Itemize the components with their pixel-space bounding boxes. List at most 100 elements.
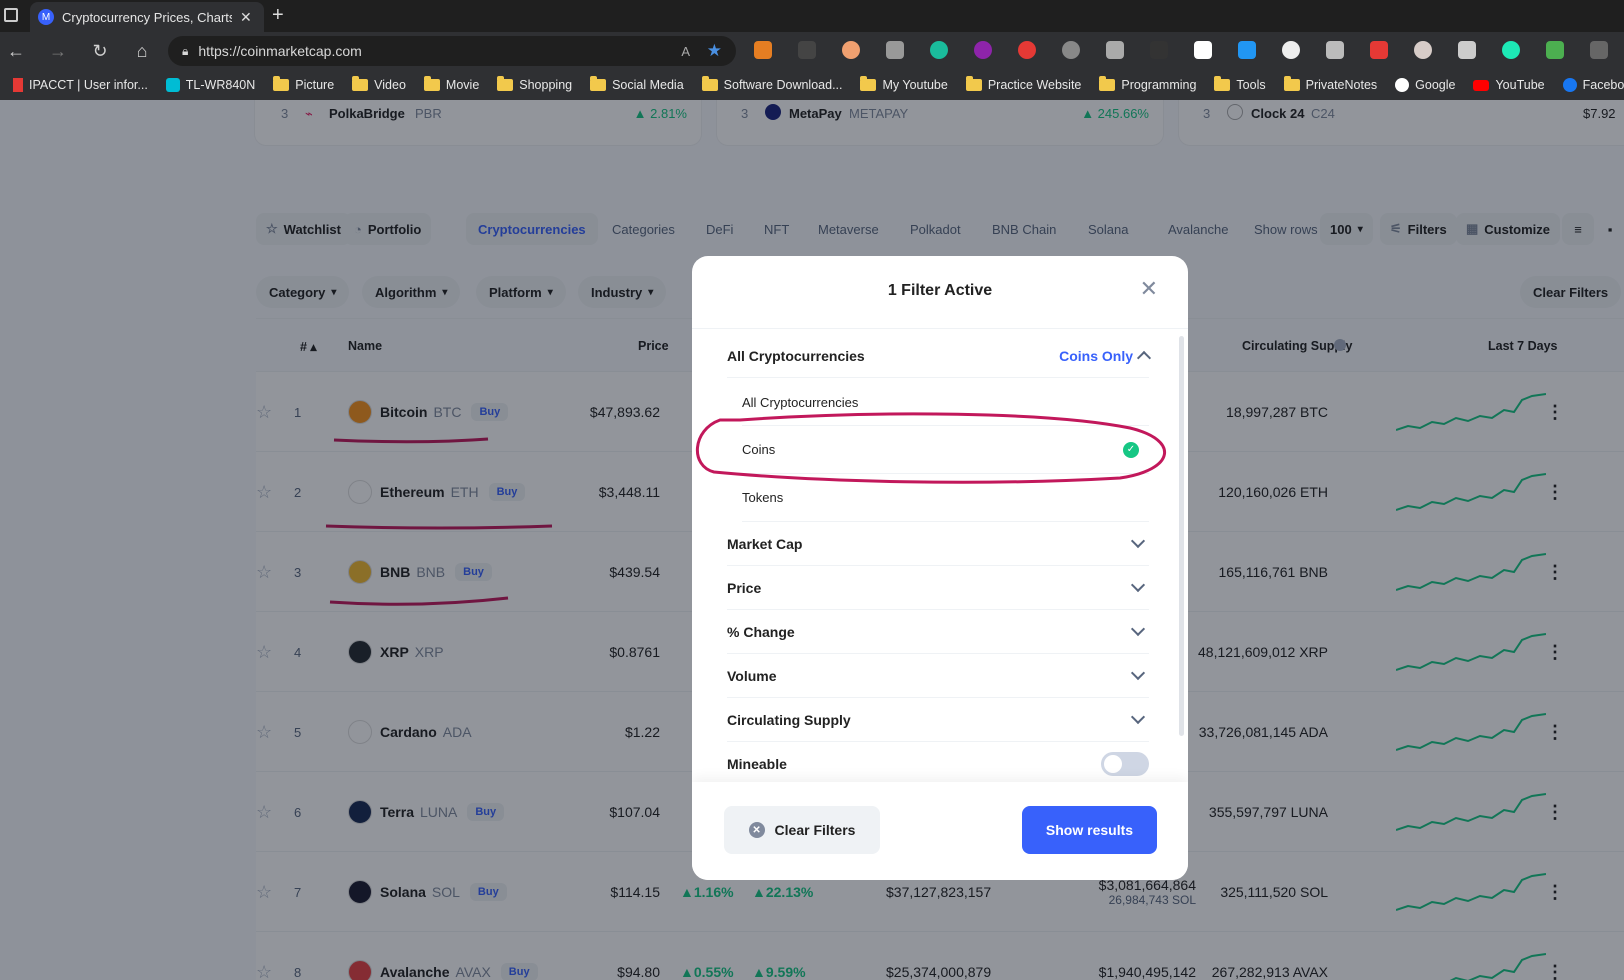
extension-icon[interactable] bbox=[930, 41, 948, 59]
browser-tab[interactable]: M Cryptocurrency Prices, Charts An ✕ bbox=[30, 2, 264, 32]
extension-icon[interactable] bbox=[1546, 41, 1564, 59]
circulating-supply-filter[interactable]: Circulating Supply bbox=[727, 698, 1149, 742]
show-results-button[interactable]: Show results bbox=[1022, 806, 1157, 854]
filter-label: Price bbox=[727, 579, 762, 596]
clear-filters-button[interactable]: ✕ Clear Filters bbox=[724, 806, 880, 854]
google-icon bbox=[1395, 78, 1410, 92]
folder-icon bbox=[273, 76, 290, 91]
option-coins[interactable]: Coins ✓ bbox=[742, 426, 1149, 474]
bookmark-folder[interactable]: PrivateNotes bbox=[1275, 72, 1387, 98]
bookmark-item[interactable]: IPACCT | User infor... bbox=[4, 72, 157, 98]
browser-toolbar: ← → ↻ ⌂ 🔒︎ https://coinmarketcap.com A ★ bbox=[0, 32, 1624, 70]
modal-scrollbar[interactable] bbox=[1179, 336, 1184, 736]
market-cap-filter[interactable]: Market Cap bbox=[727, 522, 1149, 566]
bookmarks-bar: IPACCT | User infor... TL-WR840N Picture… bbox=[0, 70, 1624, 100]
section-label: All Cryptocurrencies bbox=[727, 347, 865, 364]
bookmark-folder[interactable]: Tools bbox=[1205, 72, 1274, 98]
percent-change-filter[interactable]: % Change bbox=[727, 610, 1149, 654]
extension-icon[interactable] bbox=[974, 41, 992, 59]
close-icon[interactable]: ✕ bbox=[1140, 276, 1158, 302]
price-filter[interactable]: Price bbox=[727, 566, 1149, 610]
filter-label: Market Cap bbox=[727, 535, 803, 552]
option-all-cryptocurrencies[interactable]: All Cryptocurrencies bbox=[742, 380, 1149, 426]
folder-icon bbox=[497, 76, 514, 91]
github-icon[interactable] bbox=[1282, 41, 1300, 59]
read-aloud-icon[interactable]: A bbox=[681, 44, 690, 59]
bookmark-label: Tools bbox=[1236, 78, 1266, 92]
bookmark-item[interactable]: YouTube bbox=[1464, 72, 1553, 98]
toggle-knob bbox=[1104, 755, 1122, 773]
bookmark-item[interactable]: TL-WR840N bbox=[157, 72, 264, 98]
tab-actions-icon[interactable] bbox=[4, 8, 18, 22]
extension-icon[interactable] bbox=[1238, 41, 1256, 59]
back-icon[interactable]: ← bbox=[0, 35, 32, 67]
volume-filter[interactable]: Volume bbox=[727, 654, 1149, 698]
chevron-down-icon bbox=[1130, 709, 1146, 724]
bookmark-folder[interactable]: Movie bbox=[415, 72, 488, 98]
bookmark-folder[interactable]: Shopping bbox=[488, 72, 581, 98]
mineable-filter: Mineable bbox=[727, 742, 1149, 786]
bookmark-folder[interactable]: Video bbox=[343, 72, 415, 98]
reload-icon[interactable]: ↻ bbox=[84, 35, 116, 67]
folder-icon bbox=[701, 76, 718, 91]
tplink-icon bbox=[165, 78, 180, 92]
extension-icon[interactable] bbox=[1018, 41, 1036, 59]
bookmark-label: Programming bbox=[1121, 78, 1197, 92]
camera-icon[interactable] bbox=[1458, 41, 1476, 59]
section-value-text: Coins Only bbox=[1059, 347, 1133, 364]
folder-icon bbox=[590, 76, 607, 91]
coinmarketcap-favicon-icon: M bbox=[38, 9, 54, 25]
chevron-down-icon bbox=[1130, 665, 1146, 680]
bookmark-label: Video bbox=[374, 78, 406, 92]
extensions-puzzle-icon[interactable] bbox=[1590, 41, 1608, 59]
bookmark-folder[interactable]: Social Media bbox=[581, 72, 693, 98]
filter-label: Mineable bbox=[727, 756, 787, 772]
address-bar[interactable]: 🔒︎ https://coinmarketcap.com A ★ bbox=[168, 36, 736, 66]
folder-icon bbox=[352, 76, 369, 91]
filter-label: Circulating Supply bbox=[727, 711, 851, 728]
bookmark-folder[interactable]: Practice Website bbox=[957, 72, 1091, 98]
bookmark-item[interactable]: Facebook bbox=[1554, 72, 1624, 98]
bookmark-folder[interactable]: My Youtube bbox=[851, 72, 956, 98]
extension-icon[interactable] bbox=[754, 41, 772, 59]
facebook-icon bbox=[1562, 78, 1577, 92]
extension-icon[interactable] bbox=[1106, 41, 1124, 59]
grammarly-icon[interactable] bbox=[1502, 41, 1520, 59]
extension-icon[interactable] bbox=[886, 41, 904, 59]
bookmark-folder[interactable]: Software Download... bbox=[693, 72, 852, 98]
forward-icon[interactable]: → bbox=[42, 35, 74, 67]
extension-icon[interactable] bbox=[1194, 41, 1212, 59]
close-tab-icon[interactable]: ✕ bbox=[240, 9, 252, 26]
option-tokens[interactable]: Tokens bbox=[742, 474, 1149, 522]
extension-icon[interactable] bbox=[1326, 41, 1344, 59]
bookmark-label: Practice Website bbox=[987, 78, 1082, 92]
bookmark-label: Google bbox=[1415, 78, 1456, 92]
bookmark-label: Picture bbox=[295, 78, 335, 92]
new-tab-icon[interactable]: + bbox=[272, 4, 284, 27]
bookmark-item[interactable]: Google bbox=[1386, 72, 1464, 98]
tab-title: Cryptocurrency Prices, Charts An bbox=[62, 9, 232, 25]
bookmark-label: My Youtube bbox=[882, 78, 948, 92]
modal-title: 1 Filter Active bbox=[887, 282, 993, 299]
extension-icon[interactable] bbox=[1370, 41, 1388, 59]
extension-icon[interactable] bbox=[798, 41, 816, 59]
bookmark-folder[interactable]: Programming bbox=[1090, 72, 1205, 98]
section-value: Coins Only bbox=[1059, 347, 1152, 366]
extension-icon[interactable] bbox=[1414, 41, 1432, 59]
browser-tab-bar: M Cryptocurrency Prices, Charts An ✕ + bbox=[0, 0, 1624, 32]
mineable-toggle[interactable] bbox=[1101, 752, 1149, 776]
folder-icon bbox=[1099, 76, 1116, 91]
option-label: Coins bbox=[742, 442, 776, 457]
bookmark-label: Shopping bbox=[519, 78, 573, 92]
bookmark-icon bbox=[13, 78, 23, 92]
check-icon: ✓ bbox=[1123, 441, 1139, 458]
bookmark-folder[interactable]: Picture bbox=[264, 72, 343, 98]
extension-icon[interactable] bbox=[1150, 41, 1168, 59]
all-cryptocurrencies-section[interactable]: All Cryptocurrencies Coins Only bbox=[727, 334, 1152, 378]
favorite-star-icon[interactable]: ★ bbox=[707, 41, 722, 61]
chevron-down-icon bbox=[1130, 621, 1146, 636]
extension-icon[interactable] bbox=[842, 41, 860, 59]
home-icon[interactable]: ⌂ bbox=[126, 35, 158, 67]
youtube-icon bbox=[1473, 79, 1490, 91]
extension-icon[interactable] bbox=[1062, 41, 1080, 59]
